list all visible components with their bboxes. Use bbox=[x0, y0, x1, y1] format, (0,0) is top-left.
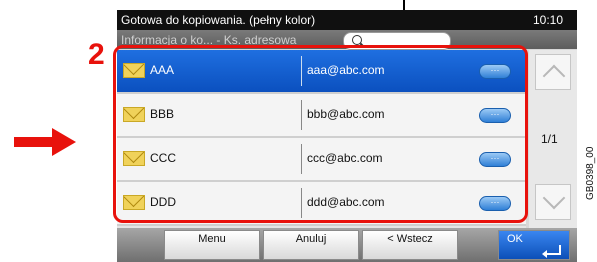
step-number: 2 bbox=[88, 38, 105, 71]
contact-email: aaa@abc.com bbox=[307, 63, 385, 77]
chevron-down-icon bbox=[542, 186, 566, 210]
column-divider bbox=[301, 144, 302, 174]
breadcrumb: Informacja o ko... - Ks. adresowa bbox=[121, 33, 297, 47]
contact-name: DDD bbox=[150, 195, 176, 209]
status-message: Gotowa do kopiowania. (pełny kolor) bbox=[121, 13, 316, 27]
address-book-list: AAA aaa@abc.com ··· BBB bbb@abc.com ··· … bbox=[117, 50, 526, 228]
device-screen: Gotowa do kopiowania. (pełny kolor) 10:1… bbox=[117, 10, 577, 262]
envelope-icon bbox=[123, 63, 145, 78]
detail-button[interactable]: ··· bbox=[479, 196, 511, 211]
contact-email: bbb@abc.com bbox=[307, 107, 385, 121]
scroll-panel: 1/1 bbox=[529, 50, 577, 228]
search-input[interactable] bbox=[343, 32, 451, 50]
status-bar: Gotowa do kopiowania. (pełny kolor) 10:1… bbox=[117, 10, 577, 30]
chevron-up-icon bbox=[542, 64, 566, 88]
back-button[interactable]: < Wstecz bbox=[362, 230, 458, 260]
list-item[interactable]: BBB bbb@abc.com ··· bbox=[117, 94, 526, 138]
figure-code: GB0398_00 bbox=[585, 146, 596, 200]
scroll-down-button[interactable] bbox=[535, 184, 571, 220]
envelope-icon bbox=[123, 195, 145, 210]
list-item[interactable]: DDD ddd@abc.com ··· bbox=[117, 182, 526, 226]
ok-label: OK bbox=[507, 233, 523, 245]
arrow-right-icon bbox=[14, 128, 76, 156]
menu-button[interactable]: Menu bbox=[164, 230, 260, 260]
contact-name: CCC bbox=[150, 151, 176, 165]
ok-button[interactable]: OK bbox=[498, 230, 570, 260]
detail-button[interactable]: ··· bbox=[479, 64, 511, 79]
column-divider bbox=[301, 56, 302, 86]
list-item[interactable]: AAA aaa@abc.com ··· bbox=[117, 50, 526, 94]
contact-email: ddd@abc.com bbox=[307, 195, 385, 209]
page-indicator: 1/1 bbox=[541, 132, 558, 146]
contact-name: AAA bbox=[150, 63, 175, 77]
enter-icon bbox=[542, 245, 561, 258]
column-divider bbox=[301, 188, 302, 218]
list-item[interactable]: CCC ccc@abc.com ··· bbox=[117, 138, 526, 182]
envelope-icon bbox=[123, 151, 145, 166]
contact-email: ccc@abc.com bbox=[307, 151, 383, 165]
envelope-icon bbox=[123, 107, 145, 122]
bottom-bar: Menu Anuluj < Wstecz OK bbox=[117, 228, 577, 262]
detail-button[interactable]: ··· bbox=[479, 152, 511, 167]
column-divider bbox=[301, 100, 302, 130]
status-time: 10:10 bbox=[532, 13, 563, 27]
scroll-up-button[interactable] bbox=[535, 54, 571, 90]
contact-name: BBB bbox=[150, 107, 175, 121]
cancel-button[interactable]: Anuluj bbox=[263, 230, 359, 260]
search-icon bbox=[352, 35, 362, 45]
detail-button[interactable]: ··· bbox=[479, 108, 511, 123]
info-bar: Informacja o ko... - Ks. adresowa bbox=[117, 30, 577, 50]
